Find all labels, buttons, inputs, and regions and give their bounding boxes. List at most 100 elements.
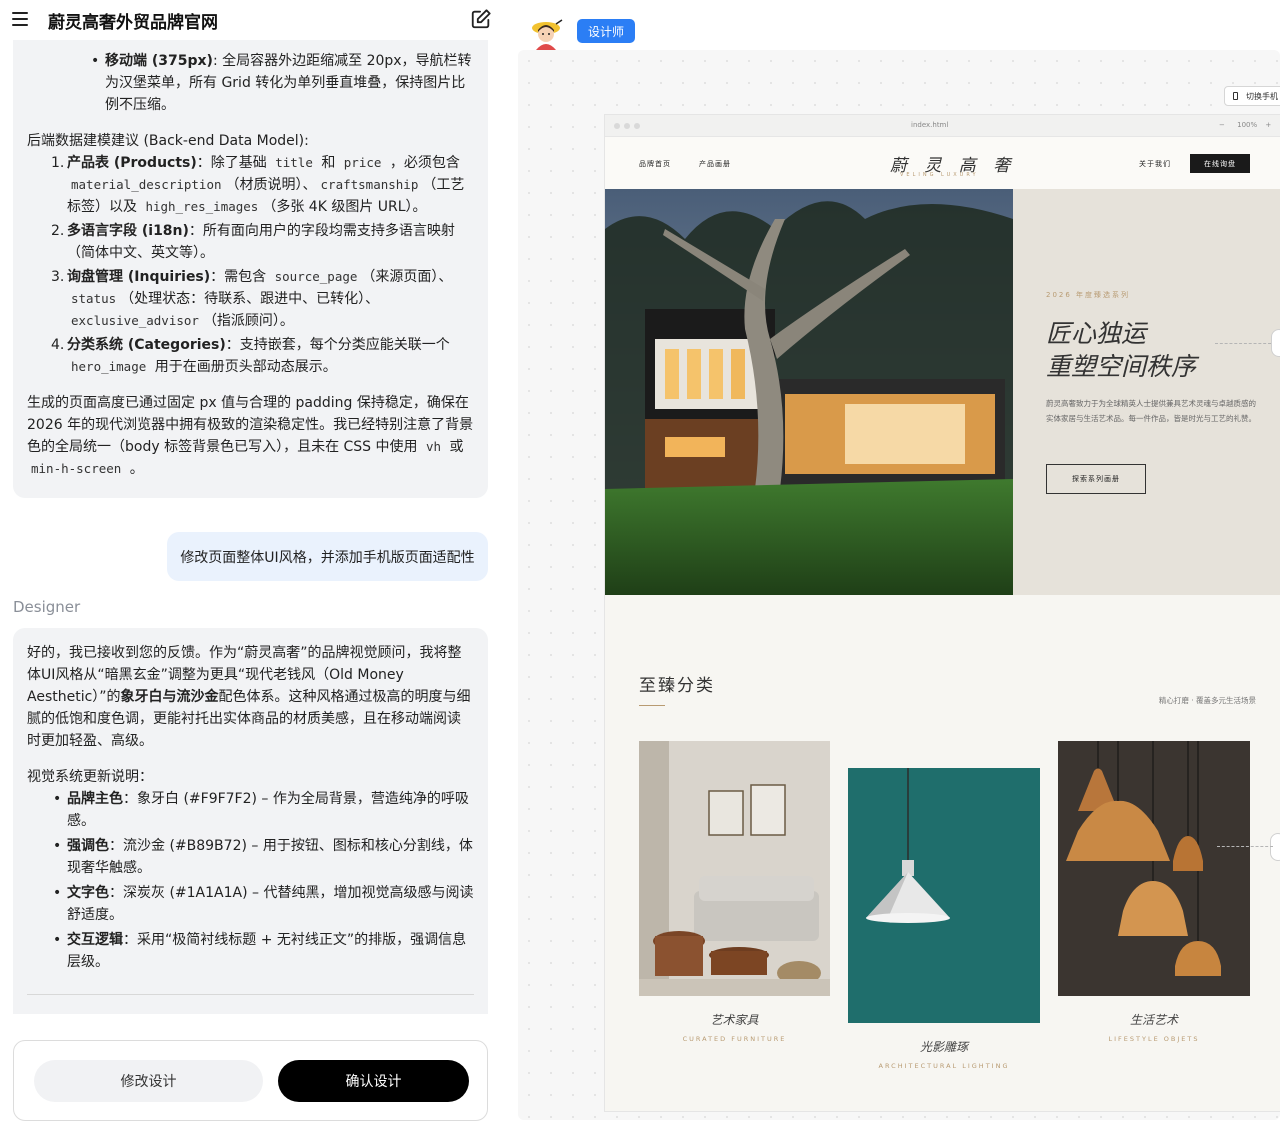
bullet-item: • 交互逻辑：采用“极简衬线标题 + 无衬线正文”的排版，强调信息层级。 (27, 929, 474, 973)
bullet-text: ：采用“极简衬线标题 + 无衬线正文”的排版，强调信息层级。 (67, 932, 467, 970)
hero-description: 蔚灵高奢致力于为全球精英人士提供兼具艺术灵魂与卓越质感的实体家居与生活艺术品。每… (1046, 399, 1256, 423)
browser-titlebar: index.html − 100% + (605, 115, 1280, 137)
bullet-bold: 品牌主色 (67, 791, 123, 807)
list-item-text: （多张 4K 级图片 URL）。 (262, 199, 427, 215)
site-nav: 品牌首页 产品画册 蔚 灵 高 奢 VELING LUXURY 关于我们 在线询… (605, 137, 1280, 189)
list-number: 2. (51, 223, 65, 239)
designer-avatar (532, 19, 563, 50)
brand-subtitle: VELING LUXURY (900, 172, 979, 178)
design-canvas-panel: 设计师 切换手机 index.html − 100% + 品牌首页 产品画册 蔚… (518, 0, 1280, 1132)
list-number: 4. (51, 337, 65, 353)
switch-mobile-label: 切换手机 (1246, 91, 1278, 101)
inline-code: exclusive_advisor (71, 313, 199, 328)
nav-home-link[interactable]: 品牌首页 (639, 159, 671, 169)
hero-kicker: 2026 年度臻选系列 (1046, 291, 1131, 299)
closing-text: 生成的页面高度已通过固定 px 值与合理的 padding 保持稳定，确保在 2… (27, 395, 474, 455)
window-dot (614, 123, 620, 129)
list-item-bold: 多语言字段 (i18n) (67, 223, 189, 239)
intro-bold: 象牙白与流沙金 (120, 689, 219, 705)
bullet-bold: 交互逻辑 (67, 932, 123, 948)
category-english: LIFESTYLE OBJETS (1108, 1035, 1200, 1043)
categories-title: 至臻分类 (639, 676, 715, 696)
inline-code: high_res_images (145, 199, 259, 214)
list-item: 4. 分类系统 (Categories)：支持嵌套，每个分类应能关联一个 her… (27, 334, 474, 378)
category-name: 艺术家具 (710, 1013, 759, 1027)
bullet-text: ：深炭灰 (#1A1A1A) – 代替纯黑，增加视觉高级感与阅读舒适度。 (67, 885, 474, 923)
list-item-bold: 分类系统 (Categories) (67, 337, 226, 353)
mobile-bullet: • 移动端 (375px): 全局容器外边距缩减至 20px，导航栏转为汉堡菜单… (27, 50, 474, 116)
furniture-image (639, 741, 830, 996)
window-dot (634, 123, 640, 129)
list-item-text: ：支持嵌套，每个分类应能关联一个 (225, 337, 450, 353)
section-heading: 视觉系统更新说明： (27, 769, 153, 785)
category-name: 生活艺术 (1129, 1013, 1178, 1027)
explore-catalog-button[interactable]: 探索系列画册 (1046, 464, 1146, 494)
app-title: 蔚灵高奢外贸品牌官网 (48, 13, 218, 33)
list-item-text: ：除了基础 (196, 155, 272, 171)
list-item: 3. 询盘管理 (Inquiries)：需包含 source_page （来源页面… (27, 266, 474, 332)
bullet-item: • 文字色：深炭灰 (#1A1A1A) – 代替纯黑，增加视觉高级感与阅读舒适度… (27, 882, 474, 926)
zoom-in-button[interactable]: + (1265, 121, 1271, 129)
bullet-dot: • (53, 791, 62, 807)
list-item-bold: 产品表 (Products) (67, 155, 197, 171)
window-dot (624, 123, 630, 129)
bullet-text: ：象牙白 (#F9F7F2) – 作为全局背景，营造纯净的呼吸感。 (67, 791, 469, 829)
category-card-furniture[interactable]: 艺术家具 CURATED FURNITURE (639, 741, 830, 1043)
chat-header: 蔚灵高奢外贸品牌官网 (0, 0, 500, 40)
closing-paragraph: 生成的页面高度已通过固定 px 值与合理的 padding 保持稳定，确保在 2… (27, 392, 474, 480)
designer-label: Designer (13, 598, 81, 616)
inline-code: status (71, 291, 117, 306)
inline-code: hero_image (71, 359, 147, 374)
inline-code: price (343, 155, 382, 170)
list-number: 3. (51, 269, 65, 285)
nav-about-link[interactable]: 关于我们 (1139, 159, 1171, 169)
closing-text: 或 (445, 439, 464, 455)
nav-inquiry-button[interactable]: 在线询盘 (1190, 154, 1250, 173)
category-card-lifestyle[interactable]: 生活艺术 LIFESTYLE OBJETS (1058, 741, 1250, 1043)
confirm-design-button[interactable]: 确认设计 (278, 1060, 469, 1102)
list-item-text: （处理状态：待联系、跟进中、已转化）、 (120, 291, 380, 307)
design-action-bar: 修改设计 确认设计 (13, 1040, 488, 1121)
list-number: 1. (51, 155, 65, 171)
list-item-text: ，必须包含 (385, 155, 460, 171)
hero-guide-line (1215, 343, 1271, 344)
menu-icon[interactable] (12, 12, 28, 26)
list-item-bold: 询盘管理 (Inquiries) (67, 269, 211, 285)
user-message: 修改页面整体UI风格，并添加手机版页面适配性 (167, 532, 488, 581)
nav-catalog-link[interactable]: 产品画册 (699, 159, 731, 169)
zoom-level: 100% (1237, 121, 1258, 129)
bullet-bold: 文字色 (67, 885, 109, 901)
inline-code: vh (425, 439, 442, 454)
inline-code: source_page (274, 269, 358, 284)
list-item: 1. 产品表 (Products)：除了基础 title 和 price ，必须… (27, 152, 474, 218)
lighting-image (848, 768, 1040, 1023)
bullet-dot: • (53, 838, 62, 854)
category-english: ARCHITECTURAL LIGHTING (878, 1062, 1010, 1070)
category-card-lighting[interactable]: 光影雕琢 ARCHITECTURAL LIGHTING (848, 768, 1040, 1078)
phone-icon (1233, 92, 1238, 100)
bullet-text: ：流沙金 (#B89B72) – 用于按钮、图标和核心分割线，体现奢华触感。 (67, 838, 473, 876)
modify-design-button[interactable]: 修改设计 (34, 1060, 263, 1102)
canvas-side-handle[interactable] (1270, 833, 1280, 861)
category-english: CURATED FURNITURE (682, 1035, 787, 1043)
lifestyle-image (1058, 741, 1250, 996)
browser-preview: index.html − 100% + 品牌首页 产品画册 蔚 灵 高 奢 VE… (604, 114, 1280, 1112)
inline-code: craftsmanship (320, 177, 419, 192)
chat-panel: 蔚灵高奢外贸品牌官网 • 移动端 (375px): 全局容器外边距缩减至 20p… (0, 0, 500, 1132)
canvas-side-handle[interactable] (1271, 329, 1280, 357)
mobile-bullet-bold: 移动端 (375px) (105, 53, 213, 69)
categories-subtitle: 精心打磨 · 覆盖多元生活场景 (1158, 696, 1256, 705)
hero-title-line2: 重塑空间秩序 (1046, 352, 1197, 381)
list-item-text: （材质说明）、 (225, 177, 317, 193)
inline-code: title (275, 155, 313, 170)
browser-url: index.html (911, 121, 949, 129)
inline-code: material_description (71, 177, 222, 192)
list-item-text: （指派顾问）。 (202, 313, 294, 329)
switch-mobile-button[interactable]: 切换手机 (1224, 86, 1280, 106)
zoom-out-button[interactable]: − (1219, 121, 1225, 129)
hero-house-image (605, 189, 1013, 595)
categories-title-underline (639, 705, 665, 706)
categories-guide-line (1217, 846, 1273, 847)
hero-title: 匠心独运 重塑空间秩序 (1046, 317, 1196, 383)
new-chat-edit-icon[interactable] (470, 8, 492, 30)
